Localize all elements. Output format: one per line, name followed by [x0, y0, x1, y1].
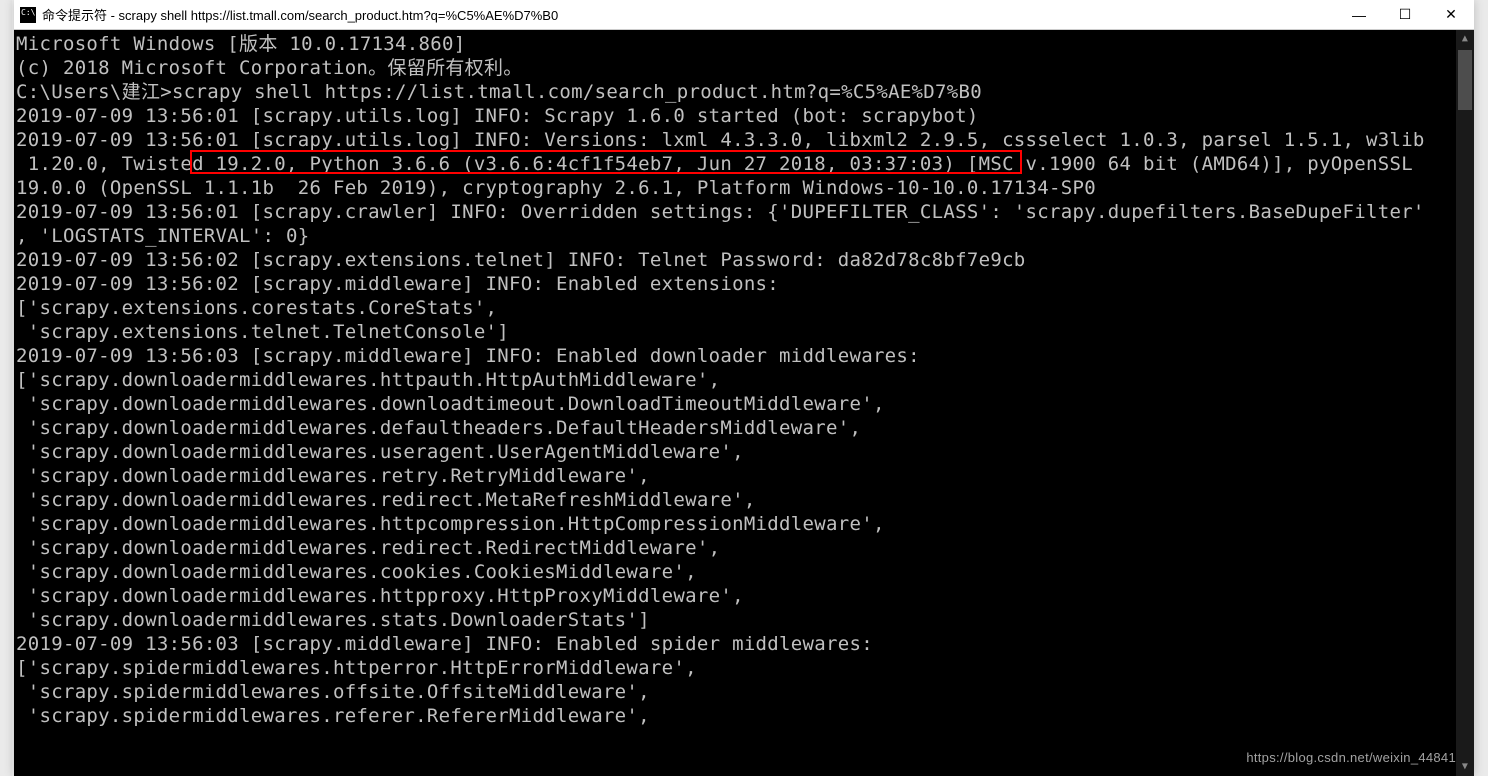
terminal-line: 'scrapy.downloadermiddlewares.retry.Retr…	[16, 464, 1474, 488]
vertical-scrollbar[interactable]: ▲ ▼	[1456, 30, 1474, 776]
titlebar[interactable]: 命令提示符 - scrapy shell https://list.tmall.…	[14, 0, 1474, 30]
maximize-button[interactable]: ☐	[1382, 0, 1428, 29]
terminal-line: 'scrapy.downloadermiddlewares.redirect.M…	[16, 488, 1474, 512]
terminal-output[interactable]: Microsoft Windows [版本 10.0.17134.860](c)…	[14, 30, 1474, 776]
window-controls: — ☐ ✕	[1336, 0, 1474, 29]
terminal-line: 'scrapy.downloadermiddlewares.httpcompre…	[16, 512, 1474, 536]
terminal-line: 2019-07-09 13:56:02 [scrapy.middleware] …	[16, 272, 1474, 296]
scroll-up-icon[interactable]: ▲	[1456, 30, 1474, 48]
terminal-line: 2019-07-09 13:56:03 [scrapy.middleware] …	[16, 344, 1474, 368]
terminal-line: 2019-07-09 13:56:01 [scrapy.utils.log] I…	[16, 128, 1474, 152]
terminal-line: 'scrapy.spidermiddlewares.offsite.Offsit…	[16, 680, 1474, 704]
watermark-text: https://blog.csdn.net/weixin_44841	[1246, 746, 1456, 770]
background-left-strip	[0, 0, 12, 776]
terminal-line: 1.20.0, Twisted 19.2.0, Python 3.6.6 (v3…	[16, 152, 1474, 176]
scroll-thumb[interactable]	[1458, 50, 1472, 110]
entered-command: scrapy shell https://list.tmall.com/sear…	[172, 81, 982, 103]
terminal-line: 'scrapy.downloadermiddlewares.stats.Down…	[16, 608, 1474, 632]
terminal-line: 2019-07-09 13:56:03 [scrapy.middleware] …	[16, 632, 1474, 656]
background-right-strip	[1474, 0, 1488, 776]
command-prompt-window: 命令提示符 - scrapy shell https://list.tmall.…	[14, 0, 1474, 776]
terminal-line: 'scrapy.spidermiddlewares.referer.Refere…	[16, 704, 1474, 728]
terminal-line: 'scrapy.downloadermiddlewares.downloadti…	[16, 392, 1474, 416]
terminal-line: Microsoft Windows [版本 10.0.17134.860]	[16, 32, 1474, 56]
terminal-line: 2019-07-09 13:56:02 [scrapy.extensions.t…	[16, 248, 1474, 272]
terminal-line: C:\Users\建江>scrapy shell https://list.tm…	[16, 80, 1474, 104]
terminal-line: 2019-07-09 13:56:01 [scrapy.utils.log] I…	[16, 104, 1474, 128]
window-title: 命令提示符 - scrapy shell https://list.tmall.…	[42, 5, 1336, 24]
terminal-line: 'scrapy.downloadermiddlewares.useragent.…	[16, 440, 1474, 464]
terminal-line: ['scrapy.downloadermiddlewares.httpauth.…	[16, 368, 1474, 392]
cmd-icon	[20, 7, 36, 23]
terminal-line: , 'LOGSTATS_INTERVAL': 0}	[16, 224, 1474, 248]
terminal-line: ['scrapy.spidermiddlewares.httperror.Htt…	[16, 656, 1474, 680]
close-button[interactable]: ✕	[1428, 0, 1474, 29]
minimize-button[interactable]: —	[1336, 0, 1382, 29]
terminal-line: 2019-07-09 13:56:01 [scrapy.crawler] INF…	[16, 200, 1474, 224]
terminal-line: 'scrapy.downloadermiddlewares.cookies.Co…	[16, 560, 1474, 584]
terminal-line: (c) 2018 Microsoft Corporation。保留所有权利。	[16, 56, 1474, 80]
terminal-line: 'scrapy.downloadermiddlewares.httpproxy.…	[16, 584, 1474, 608]
terminal-line: 'scrapy.downloadermiddlewares.defaulthea…	[16, 416, 1474, 440]
terminal-line: 19.0.0 (OpenSSL 1.1.1b 26 Feb 2019), cry…	[16, 176, 1474, 200]
prompt-prefix: C:\Users\建江>	[16, 81, 172, 103]
terminal-line: ['scrapy.extensions.corestats.CoreStats'…	[16, 296, 1474, 320]
terminal-line: 'scrapy.extensions.telnet.TelnetConsole'…	[16, 320, 1474, 344]
scroll-down-icon[interactable]: ▼	[1456, 758, 1474, 776]
terminal-line: 'scrapy.downloadermiddlewares.redirect.R…	[16, 536, 1474, 560]
